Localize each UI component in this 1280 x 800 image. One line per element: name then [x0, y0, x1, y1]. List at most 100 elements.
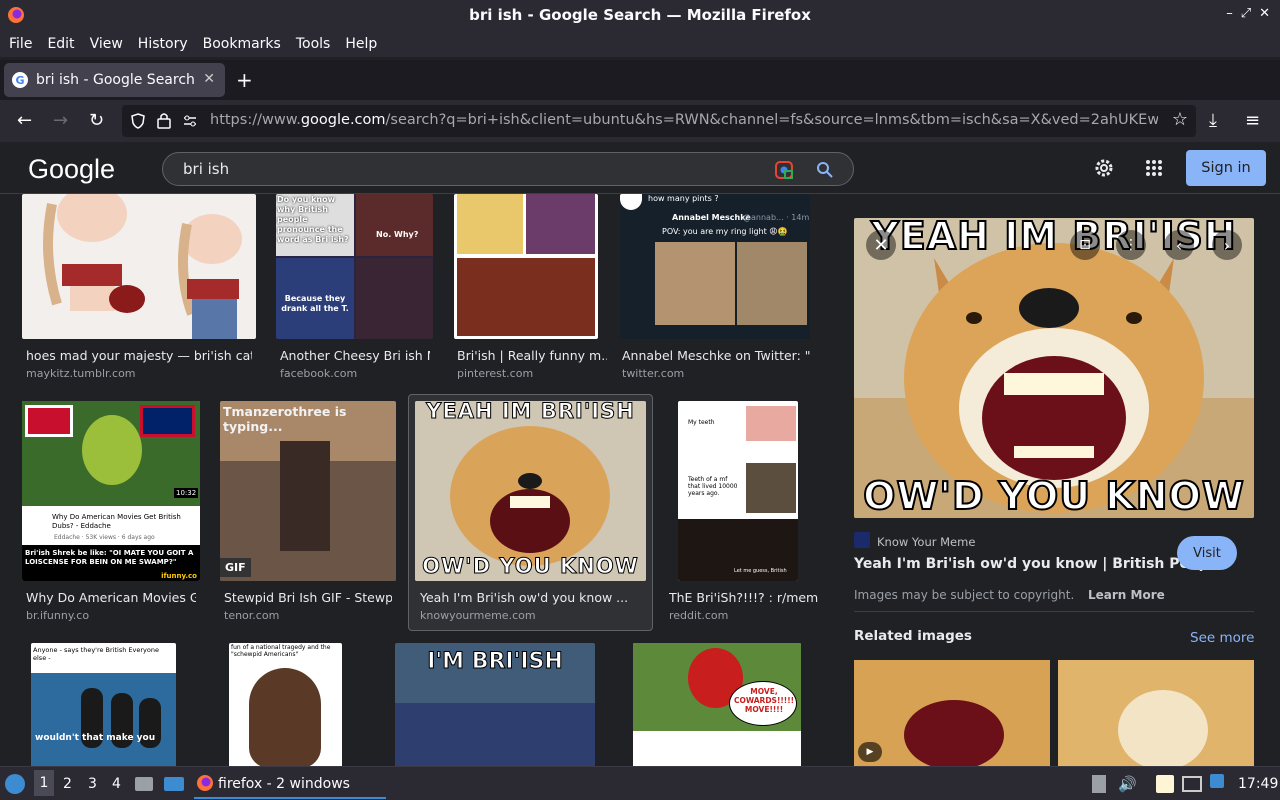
google-favicon-icon: G: [12, 72, 28, 88]
site-name[interactable]: Know Your Meme: [877, 535, 975, 549]
tray-clipboard-icon[interactable]: [1092, 775, 1106, 793]
next-image-icon[interactable]: ›: [1212, 230, 1242, 260]
result-caption[interactable]: Another Cheesy Bri ish M...: [280, 348, 430, 363]
result-image-shrek[interactable]: 10:32 Why Do American Movies Get British…: [22, 401, 200, 581]
sign-in-button[interactable]: Sign in: [1186, 150, 1266, 186]
back-button[interactable]: ←: [17, 110, 32, 131]
menu-file[interactable]: File: [9, 36, 32, 52]
new-tab-button[interactable]: +: [236, 68, 253, 92]
workspace-3[interactable]: 3: [88, 776, 97, 792]
thumb-text: Annabel Meschke: [672, 213, 751, 222]
result-source[interactable]: maykitz.tumblr.com: [26, 367, 136, 380]
reload-button[interactable]: ↻: [89, 110, 104, 131]
app-menu-icon[interactable]: ≡: [1245, 110, 1260, 131]
menu-edit[interactable]: Edit: [47, 36, 74, 52]
google-header: Google bri ish Sign in: [0, 142, 1280, 194]
learn-more-link[interactable]: Learn More: [1088, 588, 1165, 602]
play-icon[interactable]: ▶: [858, 742, 882, 762]
lens-search-icon[interactable]: ⊡: [1070, 230, 1100, 260]
related-image-2[interactable]: [1058, 660, 1254, 766]
clock[interactable]: 17:49: [1238, 776, 1278, 792]
workspace-2[interactable]: 2: [63, 776, 72, 792]
meme-top-text: YEAH IM BRI'ISH: [426, 401, 635, 424]
result-image-thomas[interactable]: MOVE, COWARDS!!!!! MOVE!!!!: [633, 643, 801, 766]
close-window-icon[interactable]: ✕: [1259, 6, 1270, 21]
menu-help[interactable]: Help: [345, 36, 377, 52]
url-text[interactable]: https://www.google.com/search?q=bri+ish&…: [210, 112, 1158, 128]
thumb-text: wouldn't that make you: [35, 733, 156, 743]
result-source[interactable]: reddit.com: [669, 609, 728, 622]
taskbar-firefox-button[interactable]: firefox - 2 windows: [194, 767, 386, 799]
google-logo[interactable]: Google: [28, 154, 115, 185]
workspace-1[interactable]: 1: [34, 770, 54, 796]
result-image-teeth[interactable]: My teeth Teeth of a mf that lived 10000 …: [678, 401, 798, 581]
search-input[interactable]: bri ish: [162, 152, 854, 186]
result-source[interactable]: twitter.com: [622, 367, 684, 380]
result-image-chris-rock[interactable]: fun of a national tragedy and the "schew…: [229, 643, 342, 766]
downloads-icon[interactable]: ⤓: [1209, 110, 1217, 131]
desktop-icon[interactable]: [164, 777, 184, 791]
see-more-link[interactable]: See more: [1190, 630, 1254, 646]
result-caption[interactable]: hoes mad your majesty — bri'ish catgirl: [26, 348, 252, 363]
tab-title: bri ish - Google Search: [36, 72, 195, 88]
result-image-catgirl[interactable]: [22, 194, 256, 339]
preview-title[interactable]: Yeah I'm Bri'ish ow'd you know | British…: [854, 556, 1229, 572]
file-manager-icon[interactable]: [135, 777, 153, 791]
result-image-cartoons[interactable]: [454, 194, 598, 339]
result-image-picard[interactable]: Do you know why British people pronounce…: [276, 194, 433, 339]
result-source[interactable]: tenor.com: [224, 609, 279, 622]
settings-gear-icon[interactable]: [1093, 157, 1115, 179]
thumb-text: how many pints ?: [648, 194, 719, 203]
related-image-1[interactable]: ▶: [854, 660, 1050, 766]
preview-bottom-text: OW'D YOU KNOW: [862, 473, 1245, 518]
search-query[interactable]: bri ish: [183, 160, 229, 178]
maximize-icon[interactable]: ⤢: [1241, 6, 1251, 21]
result-source[interactable]: facebook.com: [280, 367, 357, 380]
site-favicon-icon: [854, 532, 870, 548]
lens-camera-icon[interactable]: [775, 161, 793, 179]
thumb-text: Tmanzerothree is typing...: [223, 404, 347, 434]
forward-button[interactable]: →: [53, 110, 68, 131]
shield-icon[interactable]: [130, 113, 146, 129]
workspace-4[interactable]: 4: [112, 776, 121, 792]
result-caption[interactable]: Annabel Meschke on Twitter: "b...: [622, 348, 810, 363]
result-caption[interactable]: Why Do American Movies Ge...: [26, 590, 196, 605]
close-preview-icon[interactable]: ✕: [866, 230, 896, 260]
update-notifier-icon[interactable]: [1210, 774, 1224, 788]
copyright-note: Images may be subject to copyright.: [854, 588, 1075, 602]
network-icon[interactable]: [1182, 776, 1202, 792]
menu-view[interactable]: View: [90, 36, 123, 52]
tab-google-search[interactable]: G bri ish - Google Search ✕: [4, 63, 225, 97]
result-image-penguins[interactable]: Anyone - says they're British Everyone e…: [31, 643, 176, 766]
start-menu-icon[interactable]: [5, 774, 25, 794]
result-image-tenor-gif[interactable]: Tmanzerothree is typing... GIF: [220, 401, 396, 581]
minimize-icon[interactable]: –: [1226, 6, 1233, 21]
preview-image-doge[interactable]: YEAH IM BRI'ISH OW'D YOU KNOW ✕ ⊡ ⋮ ‹ ›: [854, 218, 1254, 518]
result-caption[interactable]: ThE Bri'iSh?!!!? : r/mem...: [669, 590, 819, 605]
url-bar[interactable]: https://www.google.com/search?q=bri+ish&…: [122, 105, 1196, 137]
menu-bookmarks[interactable]: Bookmarks: [203, 36, 281, 52]
apps-grid-icon[interactable]: [1145, 159, 1163, 177]
volume-icon[interactable]: 🔊: [1118, 775, 1137, 793]
menu-history[interactable]: History: [138, 36, 188, 52]
previous-image-icon[interactable]: ‹: [1164, 230, 1194, 260]
close-tab-icon[interactable]: ✕: [203, 71, 215, 87]
result-image-tweet[interactable]: how many pints ? Annabel Meschke @annab.…: [620, 194, 810, 339]
result-caption[interactable]: Bri'ish | Really funny m...: [457, 348, 607, 363]
result-source[interactable]: br.ifunny.co: [26, 609, 89, 622]
more-options-icon[interactable]: ⋮: [1116, 230, 1146, 260]
notes-icon[interactable]: [1156, 775, 1174, 793]
lock-icon[interactable]: [157, 112, 171, 129]
result-caption[interactable]: Stewpid Bri Ish GIF - Stewpid...: [224, 590, 392, 605]
result-image-monster[interactable]: I'M BRI'ISH: [395, 643, 595, 766]
result-caption[interactable]: Yeah I'm Bri'ish ow'd you know ...: [420, 590, 645, 605]
result-source[interactable]: pinterest.com: [457, 367, 533, 380]
menu-tools[interactable]: Tools: [296, 36, 331, 52]
search-icon[interactable]: [816, 161, 834, 179]
result-image-doge-selected[interactable]: YEAH IM BRI'ISH OW'D YOU KNOW: [415, 401, 646, 581]
visit-button[interactable]: Visit: [1177, 536, 1237, 570]
result-source[interactable]: knowyourmeme.com: [420, 609, 536, 622]
bookmark-star-icon[interactable]: ☆: [1172, 109, 1188, 130]
thumb-text: Eddache · 53K views · 6 days ago: [54, 534, 155, 541]
permissions-icon[interactable]: [182, 113, 198, 129]
